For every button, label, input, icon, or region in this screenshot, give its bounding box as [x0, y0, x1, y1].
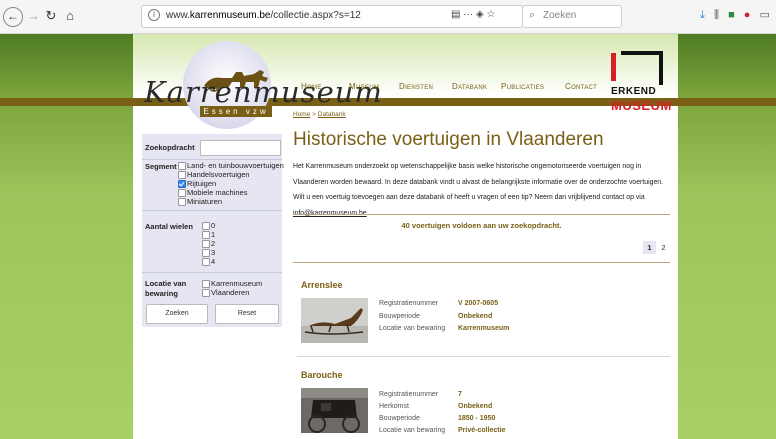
search-input[interactable] [200, 140, 281, 156]
segment-options: Land- en tuinbouwvoertuigen Handelsvoert… [178, 161, 284, 206]
search-label: Zoekopdracht [145, 143, 195, 152]
logo-subtitle: Essen vzw [200, 106, 272, 117]
field-value: 7 [458, 391, 462, 398]
logo-text[interactable]: Karrenmuseum [144, 75, 383, 109]
segment-label: Segment [145, 162, 177, 171]
result-count: 40 voertuigen voldoen aan uw zoekopdrach… [401, 221, 562, 230]
nav-databank[interactable]: Databank [452, 82, 487, 91]
toolbar-icons: ⤓ ⫼ ■ ● ▭ [700, 8, 776, 22]
divider [293, 214, 670, 215]
item-title[interactable]: Arrenslee [301, 280, 343, 290]
field-value: Onbekend [458, 403, 493, 410]
wheels-option[interactable]: 3 [202, 248, 215, 257]
breadcrumb-separator: > [310, 111, 318, 118]
field-value: V 2007-0605 [458, 300, 499, 307]
checkbox-icon[interactable] [178, 198, 186, 206]
nav-diensten[interactable]: Diensten [399, 82, 433, 91]
checkbox-icon[interactable] [178, 162, 186, 170]
address-bar[interactable]: i www.karrenmuseum.be/collectie.aspx?s=1… [141, 5, 523, 28]
segment-option[interactable]: Land- en tuinbouwvoertuigen [178, 161, 284, 170]
item-thumbnail[interactable] [301, 298, 368, 343]
erkend-museum-badge[interactable]: ERKEND MUSEUM [611, 51, 671, 114]
checkbox-icon[interactable] [202, 258, 210, 266]
browser-search-box[interactable]: ⌕ Zoeken [522, 5, 622, 28]
url-text[interactable]: www.karrenmuseum.be/collectie.aspx?s=12 [166, 10, 361, 21]
field-label: Registratienummer [379, 300, 439, 307]
field-value: Karrenmuseum [458, 325, 510, 332]
checkbox-icon[interactable] [178, 189, 186, 197]
segment-option[interactable]: Rijtuigen [178, 179, 284, 188]
field-label: Herkomst [379, 403, 409, 410]
checkbox-icon[interactable] [202, 240, 210, 248]
pagination-page-1[interactable]: 1 [643, 241, 656, 254]
field-label: Locatie van bewaring [379, 427, 446, 434]
checkbox-checked-icon[interactable] [178, 180, 186, 188]
segment-option[interactable]: Miniaturen [178, 197, 284, 206]
location-label: Locatie van bewaring [145, 279, 187, 298]
wheels-option[interactable]: 2 [202, 239, 215, 248]
location-option[interactable]: Vlaanderen [202, 288, 262, 297]
nav-contact[interactable]: Contact [565, 82, 597, 91]
home-button[interactable]: ⌂ [62, 7, 78, 25]
menu-icon[interactable]: ▭ [760, 8, 770, 21]
search-button[interactable]: Zoeken [146, 304, 208, 324]
intro-text: Het Karrenmuseum onderzoekt op wetenscha… [293, 163, 664, 217]
reset-button[interactable]: Reset [215, 304, 279, 324]
field-label: Bouwperiode [379, 415, 420, 422]
back-button[interactable]: ← [3, 7, 23, 27]
library-icon[interactable]: ⫼ [714, 9, 719, 22]
field-value: Onbekend [458, 313, 493, 320]
adblock-icon[interactable]: ● [744, 9, 751, 21]
wheels-option[interactable]: 1 [202, 230, 215, 239]
email-link[interactable]: info@karrenmuseum.be [293, 210, 367, 217]
field-label: Registratienummer [379, 391, 439, 398]
search-icon: ⌕ [529, 9, 536, 21]
breadcrumb-home-link[interactable]: Home [293, 111, 310, 118]
extension-icon[interactable]: ■ [728, 9, 735, 21]
wheels-label: Aantal wielen [145, 222, 193, 231]
badge-red-bar [611, 53, 662, 81]
breadcrumb: Home > Databank [293, 111, 346, 118]
nav-museum[interactable]: Museum [349, 82, 379, 91]
info-icon[interactable]: i [148, 9, 160, 21]
wheels-option[interactable]: 4 [202, 257, 215, 266]
checkbox-icon[interactable] [202, 249, 210, 257]
nav-publicaties[interactable]: Publicaties [501, 82, 544, 91]
field-value: Privé-collectie [458, 427, 506, 434]
breadcrumb-databank-link[interactable]: Databank [318, 111, 346, 118]
checkbox-icon[interactable] [202, 289, 210, 297]
location-options: Karrenmuseum Vlaanderen [202, 279, 262, 297]
badge-line1: ERKEND [611, 86, 657, 97]
pagination-page-2[interactable]: 2 [657, 241, 670, 254]
field-label: Bouwperiode [379, 313, 420, 320]
page-actions-icons[interactable]: ▤ ··· ◈ ☆ [451, 9, 495, 20]
checkbox-icon[interactable] [202, 222, 210, 230]
search-placeholder: Zoeken [543, 10, 577, 21]
wheels-options: 0 1 2 3 4 [202, 221, 215, 266]
page-title: Historische voertuigen in Vlaanderen [293, 129, 604, 150]
divider [142, 272, 282, 273]
wheels-option[interactable]: 0 [202, 221, 215, 230]
badge-line2: MUSEUM [611, 98, 672, 113]
segment-option[interactable]: Handelsvoertuigen [178, 170, 284, 179]
checkbox-icon[interactable] [202, 280, 210, 288]
forward-button[interactable]: → [27, 7, 40, 25]
item-separator [297, 356, 670, 357]
nav-home[interactable]: Home [301, 82, 322, 91]
location-option[interactable]: Karrenmuseum [202, 279, 262, 288]
field-label: Locatie van bewaring [379, 325, 446, 332]
item-thumbnail[interactable] [301, 388, 368, 433]
download-icon[interactable]: ⤓ [700, 9, 705, 22]
browser-toolbar: ← → ↻ ⌂ i www.karrenmuseum.be/collectie.… [0, 0, 776, 34]
field-value: 1850 - 1950 [458, 415, 496, 422]
divider [293, 262, 670, 263]
search-sidebar: Zoekopdracht Segment Land- en tuinbouwvo… [142, 134, 284, 327]
divider [142, 210, 282, 211]
segment-option[interactable]: Mobiele machines [178, 188, 284, 197]
checkbox-icon[interactable] [202, 231, 210, 239]
item-title[interactable]: Barouche [301, 370, 343, 380]
checkbox-icon[interactable] [178, 171, 186, 179]
reload-button[interactable]: ↻ [44, 7, 58, 25]
divider [142, 159, 282, 160]
